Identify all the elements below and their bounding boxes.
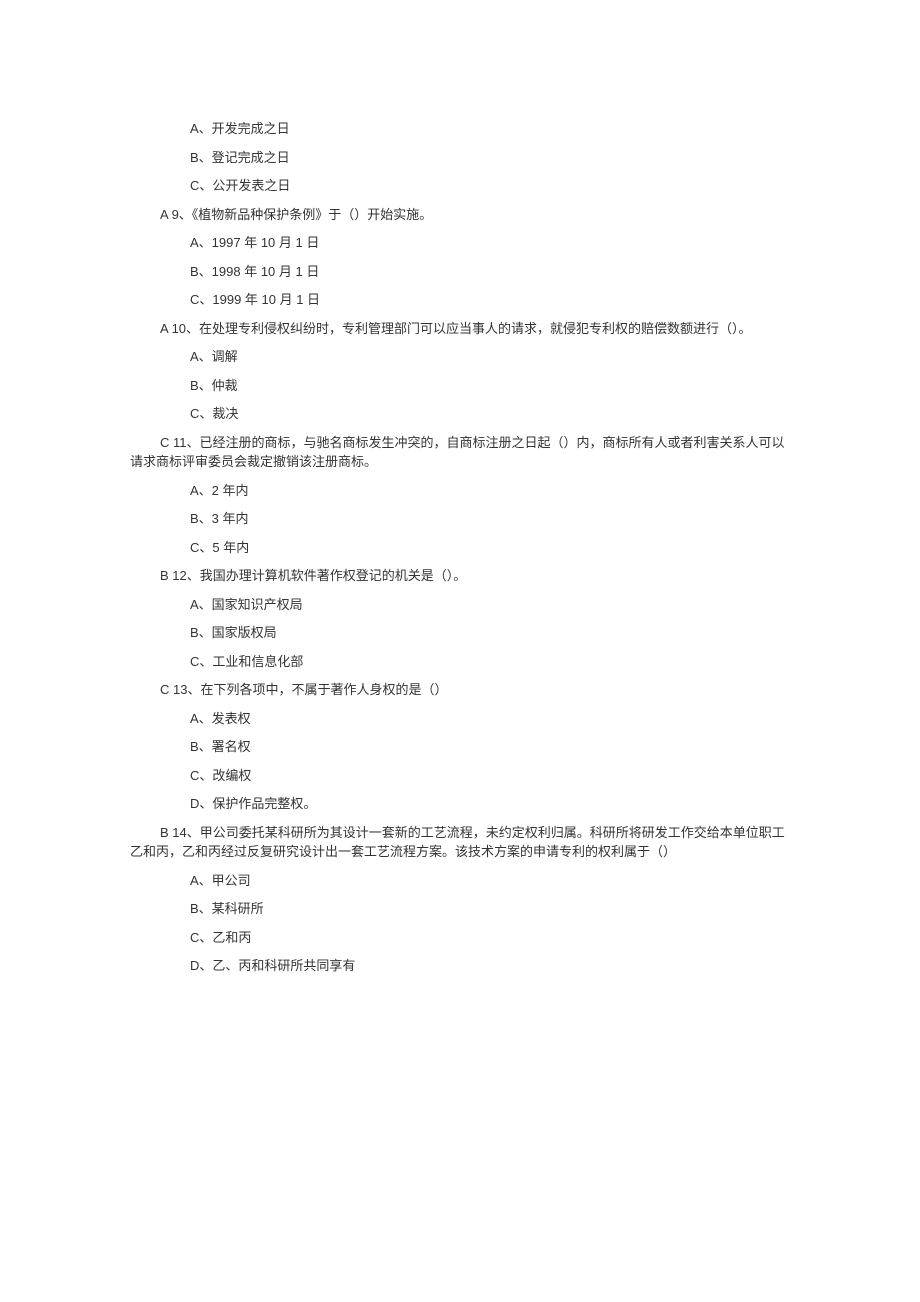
- option-a: A、1997 年 10 月 1 日: [190, 233, 790, 253]
- option-a: A、发表权: [190, 709, 790, 729]
- option-a: A、国家知识产权局: [190, 595, 790, 615]
- option-c: C、工业和信息化部: [190, 652, 790, 672]
- question-text: A 10、在处理专利侵权纠纷时，专利管理部门可以应当事人的请求，就侵犯专利权的赔…: [130, 319, 790, 339]
- question-text: B 12、我国办理计算机软件著作权登记的机关是（）。: [130, 566, 790, 586]
- option-b: B、1998 年 10 月 1 日: [190, 262, 790, 282]
- option-c: C、公开发表之日: [190, 176, 790, 196]
- option-c: C、1999 年 10 月 1 日: [190, 290, 790, 310]
- question-lead: B 12、: [160, 568, 200, 583]
- question-block-9: A 9、《植物新品种保护条例》于（）开始实施。 A、1997 年 10 月 1 …: [130, 205, 790, 310]
- option-d: D、保护作品完整权。: [190, 794, 790, 814]
- option-b: B、登记完成之日: [190, 148, 790, 168]
- question-text: A 9、《植物新品种保护条例》于（）开始实施。: [130, 205, 790, 225]
- question-body: 《植物新品种保护条例》于（）开始实施。: [192, 207, 433, 222]
- question-text: C 13、在下列各项中，不属于著作人身权的是（）: [130, 680, 790, 700]
- question-block-14: B 14、甲公司委托某科研所为其设计一套新的工艺流程，未约定权利归属。科研所将研…: [130, 823, 790, 976]
- question-body: 在下列各项中，不属于著作人身权的是（）: [200, 682, 447, 697]
- option-b: B、3 年内: [190, 509, 790, 529]
- option-c: C、改编权: [190, 766, 790, 786]
- question-lead: C 11、: [160, 435, 200, 450]
- question-block-10: A 10、在处理专利侵权纠纷时，专利管理部门可以应当事人的请求，就侵犯专利权的赔…: [130, 319, 790, 424]
- document-page: A、开发完成之日 B、登记完成之日 C、公开发表之日 A 9、《植物新品种保护条…: [0, 0, 920, 1085]
- option-c: C、5 年内: [190, 538, 790, 558]
- question-block-11: C 11、已经注册的商标，与驰名商标发生冲突的，自商标注册之日起（）内，商标所有…: [130, 433, 790, 558]
- question-body: 甲公司委托某科研所为其设计一套新的工艺流程，未约定权利归属。科研所将研发工作交给…: [130, 825, 785, 860]
- option-b: B、仲裁: [190, 376, 790, 396]
- option-b: B、署名权: [190, 737, 790, 757]
- option-d: D、乙、丙和科研所共同享有: [190, 956, 790, 976]
- option-c: C、乙和丙: [190, 928, 790, 948]
- question-lead: A 9、: [160, 207, 192, 222]
- option-a: A、2 年内: [190, 481, 790, 501]
- option-a: A、开发完成之日: [190, 119, 790, 139]
- question-lead: A 10、: [160, 321, 199, 336]
- question-body: 我国办理计算机软件著作权登记的机关是（）。: [200, 568, 467, 583]
- question-text: C 11、已经注册的商标，与驰名商标发生冲突的，自商标注册之日起（）内，商标所有…: [130, 433, 790, 472]
- option-a: A、调解: [190, 347, 790, 367]
- question-block: A、开发完成之日 B、登记完成之日 C、公开发表之日: [130, 119, 790, 196]
- question-lead: B 14、: [160, 825, 200, 840]
- option-b: B、某科研所: [190, 899, 790, 919]
- question-text: B 14、甲公司委托某科研所为其设计一套新的工艺流程，未约定权利归属。科研所将研…: [130, 823, 790, 862]
- option-b: B、国家版权局: [190, 623, 790, 643]
- question-lead: C 13、: [160, 682, 200, 697]
- question-body: 已经注册的商标，与驰名商标发生冲突的，自商标注册之日起（）内，商标所有人或者利害…: [130, 435, 785, 470]
- option-a: A、甲公司: [190, 871, 790, 891]
- question-body: 在处理专利侵权纠纷时，专利管理部门可以应当事人的请求，就侵犯专利权的赔偿数额进行…: [199, 321, 752, 336]
- question-block-12: B 12、我国办理计算机软件著作权登记的机关是（）。 A、国家知识产权局 B、国…: [130, 566, 790, 671]
- question-block-13: C 13、在下列各项中，不属于著作人身权的是（） A、发表权 B、署名权 C、改…: [130, 680, 790, 814]
- option-c: C、裁决: [190, 404, 790, 424]
